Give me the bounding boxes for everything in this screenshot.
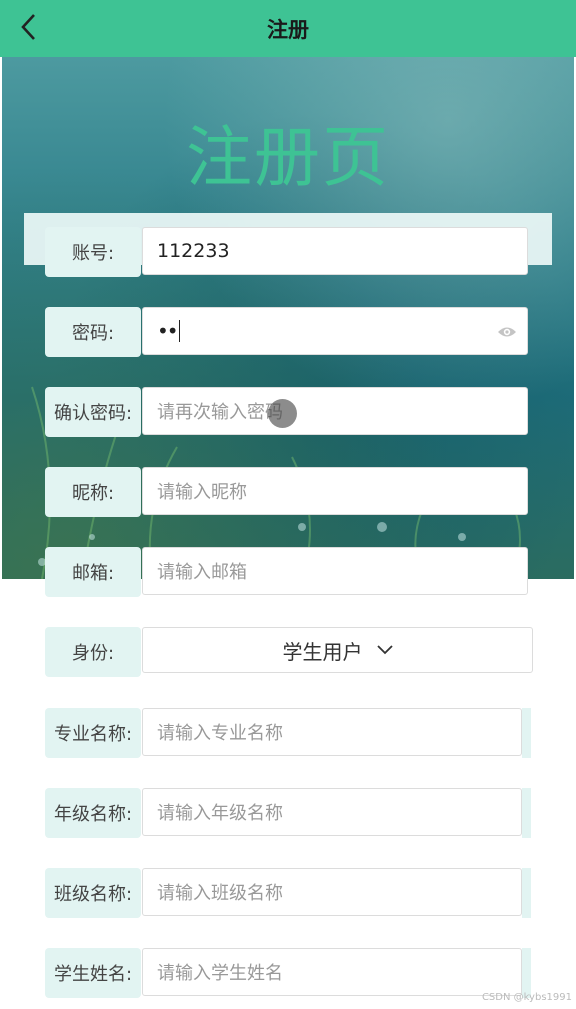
grade-input[interactable]: 请输入年级名称 xyxy=(142,788,522,836)
back-button[interactable] xyxy=(14,12,44,42)
password-value: •• xyxy=(157,319,179,343)
student-name-placeholder: 请输入学生姓名 xyxy=(157,963,283,984)
class-row: 班级名称: 请输入班级名称 xyxy=(45,868,531,918)
identity-row: 身份: 学生用户 xyxy=(45,627,533,677)
password-row: 密码: •• xyxy=(45,307,531,357)
major-row-edge xyxy=(522,708,531,758)
email-input[interactable]: 请输入邮箱 xyxy=(142,547,528,595)
email-label: 邮箱: xyxy=(45,547,141,597)
account-input[interactable]: 112233 xyxy=(142,227,528,275)
email-row: 邮箱: 请输入邮箱 xyxy=(45,547,531,597)
student-name-label: 学生姓名: xyxy=(45,948,141,998)
account-value: 112233 xyxy=(157,240,230,262)
nickname-input[interactable]: 请输入昵称 xyxy=(142,467,528,515)
confirm-password-label: 确认密码: xyxy=(45,387,141,437)
grade-row: 年级名称: 请输入年级名称 xyxy=(45,788,531,838)
nickname-placeholder: 请输入昵称 xyxy=(157,482,247,503)
class-input[interactable]: 请输入班级名称 xyxy=(142,868,522,916)
nickname-row: 昵称: 请输入昵称 xyxy=(45,467,531,517)
password-label: 密码: xyxy=(45,307,141,357)
major-row: 专业名称: 请输入专业名称 xyxy=(45,708,531,758)
major-placeholder: 请输入专业名称 xyxy=(157,723,283,744)
email-placeholder: 请输入邮箱 xyxy=(157,562,247,583)
student-name-row-edge xyxy=(522,948,531,998)
major-label: 专业名称: xyxy=(45,708,141,758)
identity-selected-value: 学生用户 xyxy=(282,639,363,664)
student-name-input[interactable]: 请输入学生姓名 xyxy=(142,948,522,996)
nav-bar: 注册 xyxy=(0,0,576,57)
account-label: 账号: xyxy=(45,227,141,277)
confirm-password-input[interactable]: 请再次输入密码 xyxy=(142,387,528,435)
page-heading: 注册页 xyxy=(186,119,390,196)
account-row: 账号: 112233 xyxy=(45,227,531,277)
touch-indicator xyxy=(268,399,297,428)
identity-select[interactable]: 学生用户 xyxy=(142,627,533,673)
identity-label: 身份: xyxy=(45,627,141,677)
grade-label: 年级名称: xyxy=(45,788,141,838)
password-input[interactable]: •• xyxy=(142,307,528,355)
class-placeholder: 请输入班级名称 xyxy=(157,883,283,904)
chevron-left-icon xyxy=(21,14,35,40)
chevron-down-icon xyxy=(376,645,393,655)
watermark: CSDN @kybs1991 xyxy=(481,992,572,1003)
class-label: 班级名称: xyxy=(45,868,141,918)
confirm-password-placeholder: 请再次输入密码 xyxy=(157,402,283,423)
class-row-edge xyxy=(522,868,531,918)
nickname-label: 昵称: xyxy=(45,467,141,517)
nav-title: 注册 xyxy=(267,17,309,42)
eye-icon[interactable] xyxy=(497,322,517,342)
text-caret xyxy=(178,320,181,342)
grade-placeholder: 请输入年级名称 xyxy=(157,803,283,824)
grade-row-edge xyxy=(522,788,531,838)
student-name-row: 学生姓名: 请输入学生姓名 xyxy=(45,948,531,998)
major-input[interactable]: 请输入专业名称 xyxy=(142,708,522,756)
